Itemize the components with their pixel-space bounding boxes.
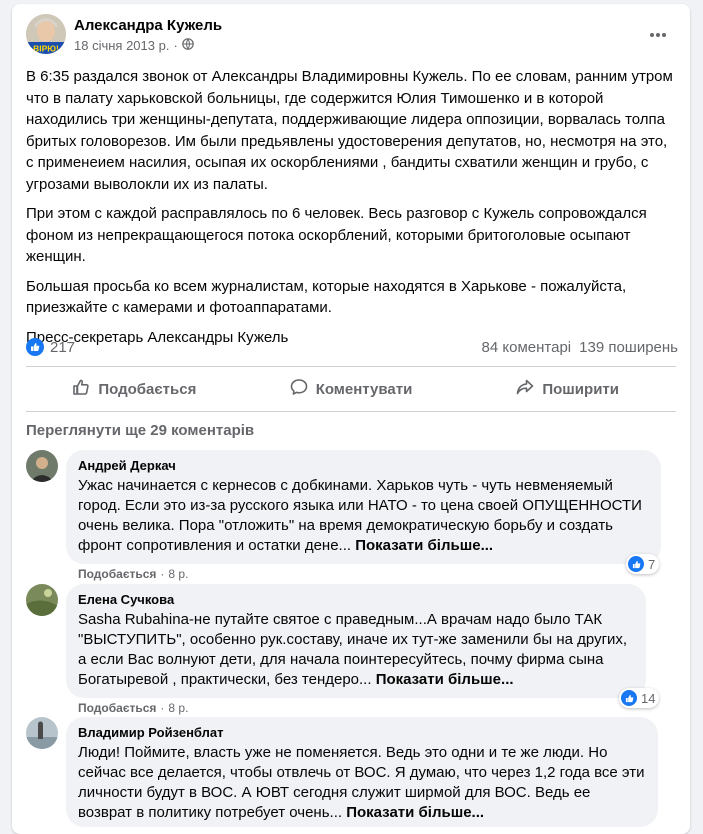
post-paragraph: В 6:35 раздался звонок от Александры Вла… — [26, 68, 673, 193]
comment-actions: Подобається · 8 р. — [78, 701, 188, 715]
reaction-count[interactable]: 217 — [50, 339, 75, 356]
like-button[interactable]: Подобається — [26, 371, 243, 407]
comment-actions: Подобається · 8 р. — [78, 567, 188, 581]
comment-count[interactable]: 84 коментарі — [482, 339, 572, 356]
comment-reaction-count: 14 — [641, 690, 656, 706]
like-button-label: Подобається — [98, 380, 197, 398]
post-text: В 6:35 раздался звонок от Александры Вла… — [26, 66, 678, 356]
see-more-link[interactable]: Показати більше... — [355, 537, 493, 554]
divider — [26, 366, 676, 367]
like-reaction-icon[interactable] — [26, 338, 44, 356]
post-paragraph: При этом с каждой расправлялось по 6 чел… — [26, 205, 647, 265]
share-button-label: Поширити — [542, 380, 619, 398]
comment-icon — [290, 378, 308, 400]
post-date[interactable]: 18 січня 2013 р. — [74, 38, 169, 53]
more-horizontal-icon — [649, 25, 667, 43]
post-card: ВІРЮ! Александра Кужель 18 січня 2013 р.… — [12, 4, 690, 834]
commenter-avatar[interactable] — [26, 717, 58, 749]
share-button[interactable]: Поширити — [459, 371, 676, 407]
commenter-avatar[interactable] — [26, 584, 58, 616]
comment-item: Владимир Ройзенблат Люди! Поймите, власт… — [26, 717, 676, 834]
comment-text: Ужас начинается с кернесов с добкинами. … — [78, 476, 649, 556]
author-name[interactable]: Александра Кужель — [74, 17, 222, 34]
comment-button[interactable]: Коментувати — [243, 371, 460, 407]
more-options-button[interactable] — [646, 22, 670, 46]
commenter-avatar[interactable] — [26, 450, 58, 482]
comment-button-label: Коментувати — [315, 380, 413, 398]
comment-text: Люди! Поймите, власть уже не поменяется.… — [78, 743, 646, 823]
comment-like-link[interactable]: Подобається — [78, 701, 156, 715]
see-more-link[interactable]: Показати більше... — [376, 671, 514, 688]
avatar-badge-text: ВІРЮ! — [33, 44, 59, 54]
like-reaction-icon — [621, 690, 637, 706]
comment-body: Sasha Rubahina-не путайте святое с праве… — [78, 611, 628, 688]
comment-bubble: Андрей Деркач Ужас начинается с кернесов… — [66, 450, 661, 564]
share-count[interactable]: 139 поширень — [579, 339, 678, 356]
share-icon — [516, 378, 534, 400]
comment-author[interactable]: Андрей Деркач — [78, 458, 649, 474]
post-header: ВІРЮ! Александра Кужель 18 січня 2013 р.… — [26, 14, 676, 60]
like-reaction-icon — [628, 556, 644, 572]
comment-item: Елена Сучкова Sasha Rubahina-не путайте … — [26, 584, 676, 715]
view-more-comments-link[interactable]: Переглянути ще 29 коментарів — [26, 422, 254, 439]
divider — [26, 411, 676, 412]
comment-dot: · — [160, 567, 165, 581]
post-stats: 217 84 коментарі 139 поширень — [26, 335, 678, 359]
comment-bubble: Владимир Ройзенблат Люди! Поймите, власт… — [66, 717, 658, 827]
comment-like-link[interactable]: Подобається — [78, 567, 156, 581]
see-more-link[interactable]: Показати більше... — [346, 804, 484, 821]
comment-reactions[interactable]: 7 — [626, 554, 660, 574]
author-photo: ВІРЮ! — [26, 14, 66, 54]
comment-bubble: Елена Сучкова Sasha Rubahina-не путайте … — [66, 584, 646, 698]
comment-text: Sasha Rubahina-не путайте святое с праве… — [78, 610, 634, 690]
post-paragraph: Большая просьба ко всем журналистам, кот… — [26, 277, 627, 317]
post-meta: 18 січня 2013 р. · — [74, 38, 194, 53]
comment-dot: · — [160, 701, 165, 715]
comment-reactions[interactable]: 14 — [619, 688, 660, 708]
author-avatar[interactable]: ВІРЮ! — [26, 14, 66, 54]
comment-time[interactable]: 8 р. — [168, 701, 188, 715]
globe-icon — [181, 38, 194, 53]
thumbs-up-icon — [72, 378, 90, 400]
comment-item: Андрей Деркач Ужас начинается с кернесов… — [26, 450, 676, 581]
comment-time[interactable]: 8 р. — [168, 567, 188, 581]
meta-separator: · — [173, 38, 178, 53]
comment-reaction-count: 7 — [648, 556, 656, 572]
comment-author[interactable]: Владимир Ройзенблат — [78, 725, 646, 741]
post-actions: Подобається Коментувати Поширити — [26, 371, 676, 407]
comment-author[interactable]: Елена Сучкова — [78, 592, 634, 608]
